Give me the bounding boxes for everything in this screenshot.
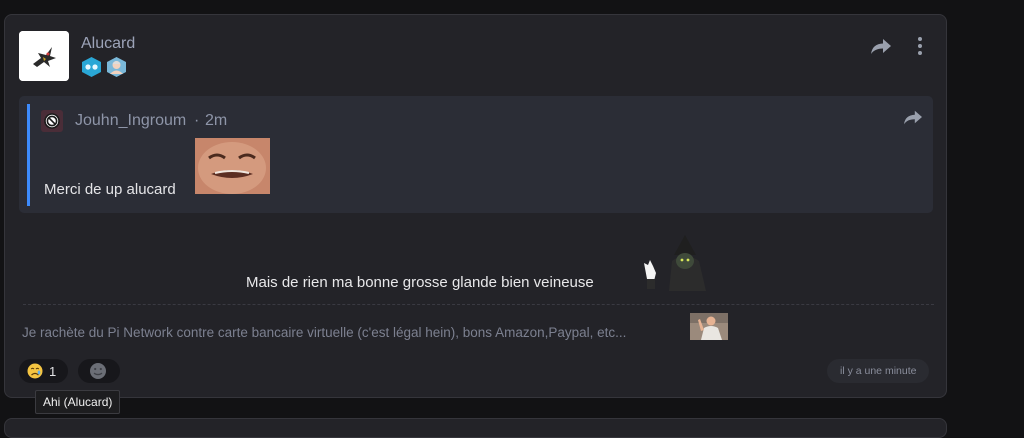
- author-avatar[interactable]: [19, 31, 69, 81]
- waving-wizard-sticker: [644, 235, 706, 291]
- author-badges: [81, 56, 127, 78]
- quote-separator: ·: [194, 112, 200, 129]
- quote-accent-bar: [27, 104, 30, 206]
- pointing-man-sticker: [690, 313, 728, 340]
- portrait-badge-icon: [107, 57, 126, 77]
- star-badge-icon: [82, 57, 101, 77]
- signature-text: Je rachète du Pi Network contre carte ba…: [22, 325, 627, 340]
- quote-author-name[interactable]: Jouhn_Ingroum: [75, 112, 186, 130]
- reaction-tooltip: Ahi (Alucard): [35, 390, 121, 414]
- add-reaction-button[interactable]: [78, 359, 120, 383]
- laughing-face-sticker: [195, 138, 270, 194]
- signature-divider: [23, 304, 934, 305]
- message-text: Mais de rien ma bonne grosse glande bien…: [246, 274, 594, 291]
- next-message-card: [4, 418, 947, 438]
- message-timestamp: il y a une minute: [827, 359, 930, 383]
- reaction-sad-face[interactable]: 1: [19, 359, 68, 383]
- reaction-count: 1: [49, 363, 57, 379]
- quoted-message: Jouhn_Ingroum · 2m Merci de up alucard: [19, 96, 933, 213]
- add-reaction-emoji-icon: [90, 363, 106, 379]
- sad-face-emoji-icon: [27, 363, 43, 379]
- quote-text: Merci de up alucard: [44, 181, 176, 198]
- author-name[interactable]: Alucard: [81, 35, 135, 53]
- more-options-icon[interactable]: [911, 35, 929, 57]
- share-icon[interactable]: [870, 36, 892, 56]
- quote-time: 2m: [205, 112, 228, 129]
- message-card: Alucard Jouhn_Ingroum · 2m Merci de up a…: [4, 14, 947, 398]
- quote-share-icon[interactable]: [903, 108, 923, 126]
- blocked-avatar-icon[interactable]: [41, 110, 63, 132]
